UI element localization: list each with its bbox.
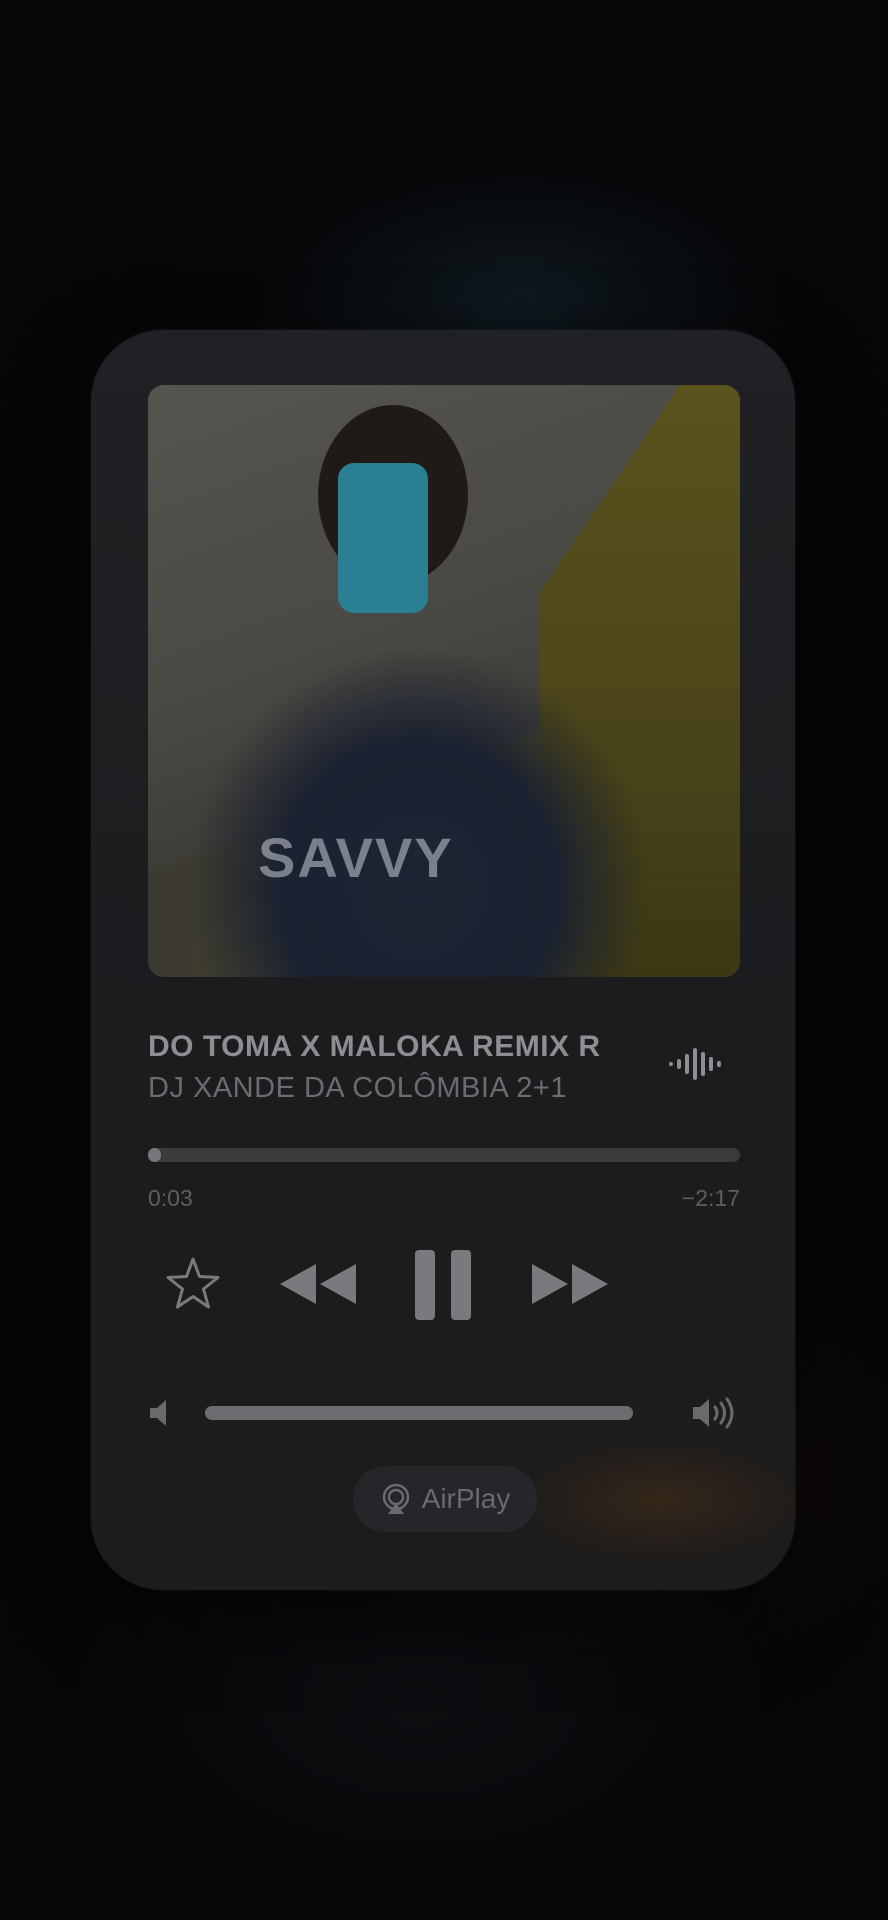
- next-track-button[interactable]: [528, 1260, 612, 1308]
- album-artwork[interactable]: SAVVY: [148, 385, 740, 977]
- airplay-icon: [382, 1483, 409, 1514]
- progress-fill: [148, 1148, 162, 1162]
- play-pause-button[interactable]: [413, 1248, 473, 1322]
- rewind-icon: [280, 1264, 356, 1304]
- lockscreen-background: SAVVY DO TOMA X MALOKA REMIX R DJ XANDE …: [0, 0, 888, 1920]
- previous-track-button[interactable]: [276, 1260, 360, 1308]
- favorite-button[interactable]: [164, 1255, 222, 1313]
- speaker-low-icon: [150, 1400, 166, 1426]
- time-remaining: −2:17: [681, 1185, 740, 1211]
- song-title[interactable]: DO TOMA X MALOKA REMIX R: [148, 1030, 638, 1064]
- star-icon: [166, 1257, 220, 1309]
- fast-forward-icon: [532, 1264, 608, 1304]
- song-artist[interactable]: DJ XANDE DA COLÔMBIA 2+1: [148, 1072, 638, 1105]
- artwork-phone: [338, 463, 428, 613]
- time-elapsed: 0:03: [148, 1185, 193, 1211]
- artwork-person: [188, 635, 648, 977]
- airplay-button[interactable]: AirPlay: [353, 1466, 537, 1532]
- airplay-label: AirPlay: [421, 1483, 511, 1514]
- artwork-shirt-text: SAVVY: [258, 826, 454, 889]
- waveform-icon: [669, 1048, 721, 1080]
- volume-fill: [205, 1406, 633, 1420]
- volume-slider[interactable]: [205, 1406, 633, 1420]
- pause-icon: [415, 1250, 471, 1320]
- progress-scrubber[interactable]: [148, 1148, 740, 1162]
- now-playing-card: SAVVY DO TOMA X MALOKA REMIX R DJ XANDE …: [91, 330, 795, 1590]
- speaker-high-icon: [693, 1397, 734, 1429]
